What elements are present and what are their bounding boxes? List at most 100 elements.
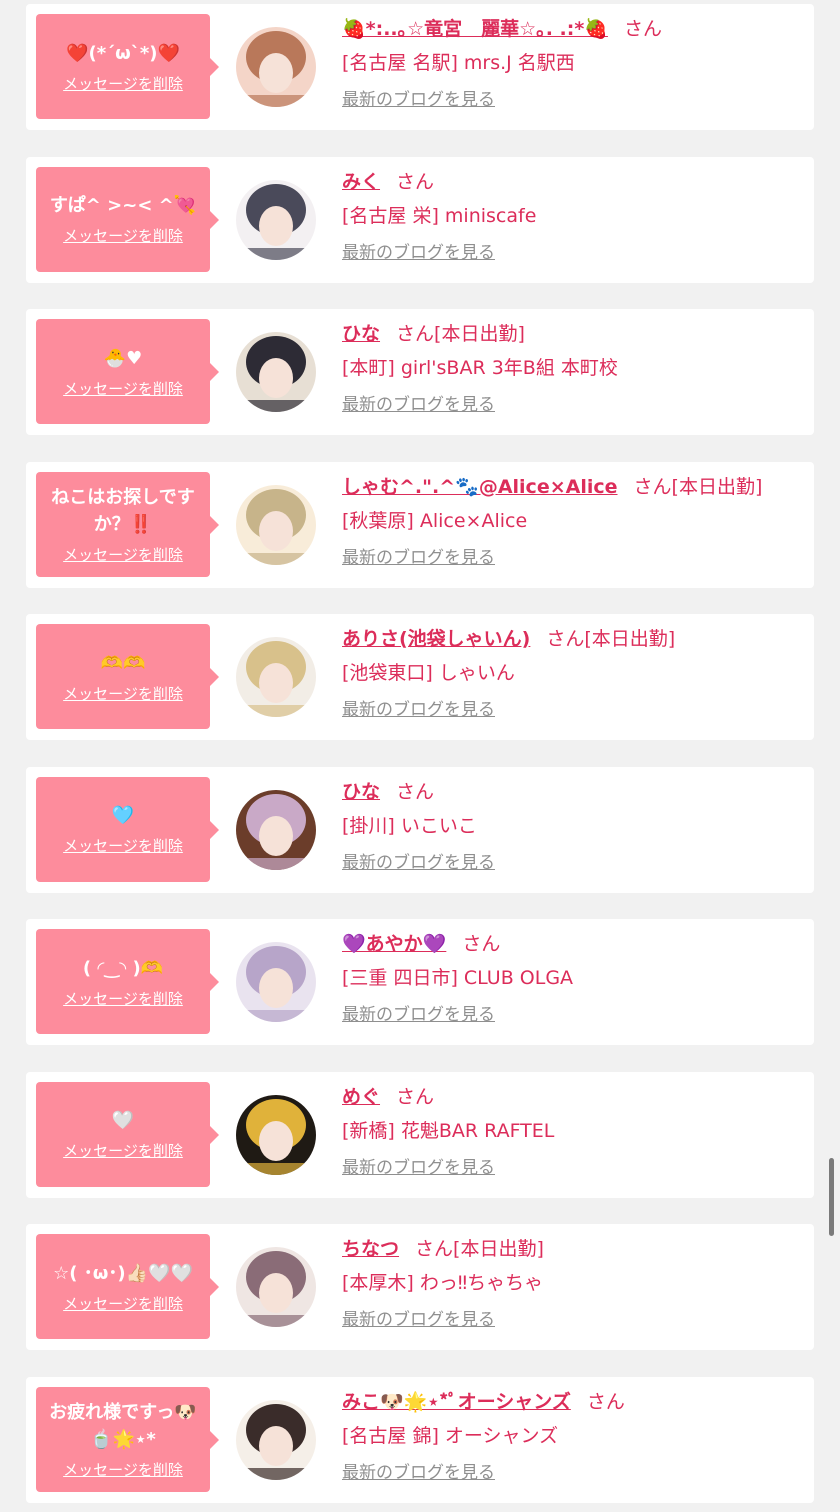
delete-message-link[interactable]: メッセージを削除 [63,73,183,94]
latest-blog-link[interactable]: 最新のブログを見る [342,243,495,263]
avatar[interactable] [236,1399,316,1480]
name-row: ありさ(池袋しゃいん) さん[本日出勤] [342,622,804,656]
latest-blog-link[interactable]: 最新のブログを見る [342,1005,495,1025]
avatar-photo [236,789,316,870]
avatar[interactable] [236,1094,316,1175]
message-bubble: ☆( ･ω･)👍🏻🤍🤍 メッセージを削除 [36,1234,219,1339]
user-name-link[interactable]: ひな [342,781,380,803]
user-name-link[interactable]: ありさ(池袋しゃいん) [342,628,530,650]
honorific: さん [633,475,672,498]
delete-message-link[interactable]: メッセージを削除 [63,988,183,1009]
avatar[interactable] [236,637,316,717]
name-row: しゃむ^.".^🐾@Alice×Alice さん[本日出勤] [342,470,804,504]
latest-blog-link[interactable]: 最新のブログを見る [342,700,495,720]
honorific: さん [623,18,662,40]
honorific: さん [396,1085,435,1108]
latest-blog-link[interactable]: 最新のブログを見る [342,1158,495,1178]
message-text: すぱ^ >~< ^💘 [49,195,197,216]
latest-blog-link[interactable]: 最新のブログを見る [342,1310,495,1330]
user-name-link[interactable]: ちなつ [342,1238,399,1260]
delete-message-link[interactable]: メッセージを削除 [63,225,183,246]
message-text: ( ◜‿◝ )🫶 [82,957,164,979]
message-bubble: ❤️(*´ω`*)❤️ メッセージを削除 [36,14,219,119]
avatar[interactable] [236,179,316,260]
attendance-status: [本日出勤] [584,628,676,650]
list-item: ( ◜‿◝ )🫶 メッセージを削除 💜あやか💜 さん [三重 四日市] CLUB OLG… [26,919,814,1045]
list-item: 🤍 メッセージを削除 めぐ さん [新橋] 花魁BAR RAFTEL 最新のブログを見る [26,1071,814,1198]
latest-blog-link[interactable]: 最新のブログを見る [342,395,495,415]
list-item: ❤️(*´ω`*)❤️ メッセージを削除 🍓*:..｡☆竜宮 麗華☆｡. .:*🍓 さ… [26,4,814,130]
user-name-link[interactable]: めぐ [342,1086,380,1108]
list-item: すぱ^ >~< ^💘 メッセージを削除 みく さん [名古屋 栄] miniscafe 最… [26,156,814,283]
list-item: 🩵 メッセージを削除 ひな さん [掛川] いこいこ 最新のブログを見る [26,766,814,893]
delete-message-link[interactable]: メッセージを削除 [63,683,183,704]
user-info: めぐ さん [新橋] 花魁BAR RAFTEL 最新のブログを見る [342,1080,804,1188]
user-name-link[interactable]: みく [342,171,380,193]
avatar[interactable] [236,484,316,565]
shop-name: [名古屋 名駅] mrs.J 名駅西 [342,52,575,74]
name-row: 💜あやか💜 さん [342,927,804,961]
user-info: 🍓*:..｡☆竜宮 麗華☆｡. .:*🍓 さん [名古屋 名駅] mrs.J 名駅西… [342,12,804,120]
honorific: さん [415,1238,454,1260]
user-info: みこ🐶🌟⋆*ﾟオーシャンズ さん [名古屋 錦] オーシャンズ 最新のブログを見る [342,1385,804,1493]
user-info: しゃむ^.".^🐾@Alice×Alice さん[本日出勤] [秋葉原] Alice… [342,470,804,578]
message-text: ねこはお探しです か？‼️ [51,486,195,535]
shop-name: [本町] girl'sBAR 3年B組 本町校 [342,357,618,379]
message-bubble: すぱ^ >~< ^💘 メッセージを削除 [36,166,219,272]
avatar[interactable] [236,942,316,1022]
message-text: 🤍 [111,1110,135,1131]
delete-message-link[interactable]: メッセージを削除 [63,544,183,565]
honorific: さん [396,780,435,803]
latest-blog-link[interactable]: 最新のブログを見る [342,90,495,110]
favorites-list: ❤️(*´ω`*)❤️ メッセージを削除 🍓*:..｡☆竜宮 麗華☆｡. .:*🍓 さ… [0,0,840,1512]
honorific: さん [586,1390,625,1413]
latest-blog-link[interactable]: 最新のブログを見る [342,548,495,568]
avatar-photo [236,1399,316,1480]
avatar-photo [236,179,316,260]
list-item: お疲れ様ですっ🐶 🍵🌟⋆* メッセージを削除 みこ🐶🌟⋆*ﾟオーシャンズ さん [名古屋… [26,1376,814,1503]
delete-message-link[interactable]: メッセージを削除 [63,1459,183,1480]
user-name-link[interactable]: 🍓*:..｡☆竜宮 麗華☆｡. .:*🍓 [342,18,608,40]
avatar[interactable] [236,1247,316,1327]
name-row: めぐ さん [342,1080,804,1114]
message-text: ☆( ･ω･)👍🏻🤍🤍 [53,1262,193,1284]
user-name-link[interactable]: 💜あやか💜 [342,933,446,955]
message-bubble: ( ◜‿◝ )🫶 メッセージを削除 [36,929,219,1034]
scrollbar[interactable] [829,1158,834,1236]
name-row: みこ🐶🌟⋆*ﾟオーシャンズ さん [342,1385,804,1419]
user-name-link[interactable]: しゃむ^.".^🐾@Alice×Alice [342,476,618,498]
user-name-link[interactable]: みこ🐶🌟⋆*ﾟオーシャンズ [342,1391,571,1413]
delete-message-link[interactable]: メッセージを削除 [63,1140,183,1161]
list-item: ねこはお探しです か？‼️ メッセージを削除 しゃむ^.".^🐾@Alice×Ali… [26,461,814,588]
user-info: ひな さん[本日出勤] [本町] girl'sBAR 3年B組 本町校 最新のブログを… [342,317,804,425]
honorific: さん [396,170,435,193]
avatar[interactable] [236,332,316,412]
avatar[interactable] [236,789,316,870]
latest-blog-link[interactable]: 最新のブログを見る [342,853,495,873]
user-info: 💜あやか💜 さん [三重 四日市] CLUB OLGA 最新のブログを見る [342,927,804,1035]
delete-message-link[interactable]: メッセージを削除 [63,378,183,399]
message-text: ❤️(*´ω`*)❤️ [66,42,180,64]
shop-name: [三重 四日市] CLUB OLGA [342,967,574,989]
name-row: みく さん [342,165,804,199]
avatar-photo [236,942,316,1022]
shop-name: [新橋] 花魁BAR RAFTEL [342,1119,555,1142]
list-item: 🐣♥ メッセージを削除 ひな さん[本日出勤] [本町] girl'sBAR 3年B組 … [26,309,814,435]
shop-name: [本厚木] わっ‼ちゃちゃ [342,1272,544,1294]
user-name-link[interactable]: ひな [342,323,380,345]
avatar-photo [236,1247,316,1327]
name-row: ひな さん[本日出勤] [342,317,804,351]
message-bubble: 🫶🫶 メッセージを削除 [36,624,219,729]
latest-blog-link[interactable]: 最新のブログを見る [342,1463,495,1483]
name-row: ひな さん [342,775,804,809]
user-info: ありさ(池袋しゃいん) さん[本日出勤] [池袋東口] しゃいん 最新のブログを見る [342,622,804,730]
delete-message-link[interactable]: メッセージを削除 [63,835,183,856]
message-bubble: お疲れ様ですっ🐶 🍵🌟⋆* メッセージを削除 [36,1386,219,1492]
avatar-photo [236,484,316,565]
delete-message-link[interactable]: メッセージを削除 [63,1293,183,1314]
avatar-photo [236,637,316,717]
message-text: 🫶🫶 [100,652,146,674]
shop-name: [名古屋 錦] オーシャンズ [342,1424,559,1447]
avatar[interactable] [236,27,316,107]
avatar-photo [236,1094,316,1175]
